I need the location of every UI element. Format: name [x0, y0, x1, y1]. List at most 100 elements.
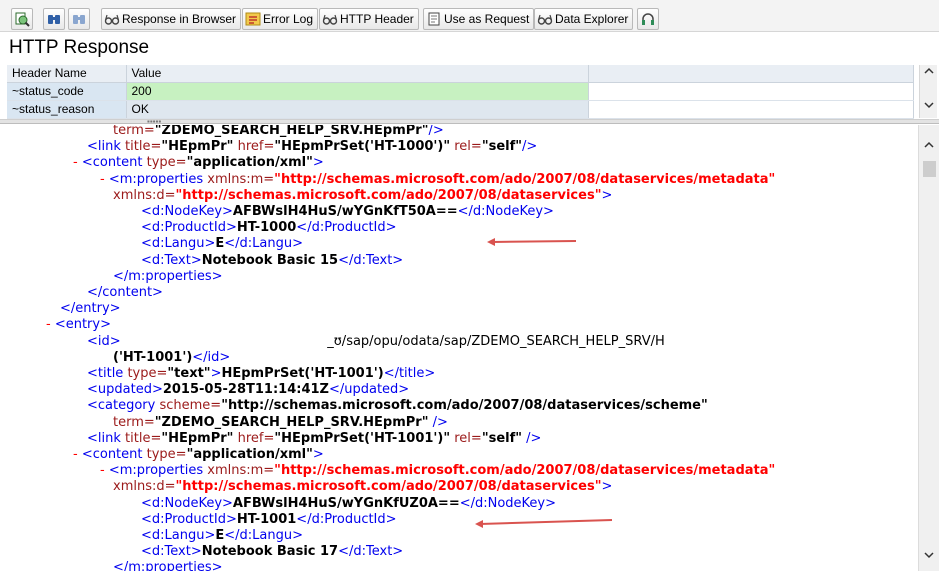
xml-line: <d:ProductId>HT-1000</d:ProductId>: [141, 220, 397, 236]
xml-token: E: [215, 528, 225, 543]
header-value-cell[interactable]: 200: [126, 82, 589, 101]
xml-token: />: [522, 139, 538, 155]
xml-token: type=: [146, 155, 187, 171]
data-explorer-label: Data Explorer: [555, 12, 629, 26]
annotation-arrow-icon: [487, 238, 577, 246]
data-explorer-button[interactable]: Data Explorer: [534, 8, 634, 30]
xml-token: term=: [113, 125, 155, 138]
scroll-up-icon[interactable]: [923, 141, 935, 151]
xml-token: HT-1001: [236, 511, 297, 527]
xml-token: <d:Langu>: [141, 528, 216, 543]
xml-token: xmlns:m=: [207, 463, 275, 479]
collapse-toggle[interactable]: -: [100, 463, 109, 478]
header-table-scrollbar[interactable]: [919, 65, 937, 118]
collapse-toggle[interactable]: -: [73, 447, 82, 462]
xml-token: >: [210, 366, 222, 381]
xml-token: </content>: [87, 285, 163, 300]
xml-scrollbar[interactable]: [918, 125, 939, 571]
xml-token: term=: [113, 414, 155, 430]
header-value-cell[interactable]: OK: [126, 100, 589, 119]
xml-token: </updated>: [328, 382, 410, 398]
xml-line: - <m:properties xmlns:m="http://schemas.…: [100, 172, 775, 188]
header-name-cell[interactable]: ~status_code: [7, 82, 127, 101]
refresh-icon: [14, 11, 30, 27]
error-log-button[interactable]: Error Log: [242, 8, 319, 30]
xml-line: - <entry>: [46, 317, 111, 333]
xml-token: 2015-05-28T11:14:41Z: [162, 382, 329, 398]
scroll-down-icon[interactable]: [923, 101, 935, 111]
table-row[interactable]: ~status_code 200: [7, 82, 914, 101]
find-next-button[interactable]: [68, 8, 90, 30]
toolbar: Response in Browser Error Log HTTP Heade…: [0, 0, 939, 32]
scroll-down-icon[interactable]: [923, 551, 935, 561]
headset-icon: [640, 11, 656, 27]
xml-line: term="ZDEMO_SEARCH_HELP_SRV.HEpmPr" />: [113, 415, 448, 431]
collapse-toggle[interactable]: -: [100, 172, 109, 187]
xml-token: AFBWslH4HuS/wYGnKfUZ0A==: [232, 495, 460, 511]
xml-token: "ZDEMO_SEARCH_HELP_SRV.HEpmPr": [154, 414, 429, 430]
xml-token: rel=: [450, 139, 482, 155]
xml-line: </m:properties>: [113, 560, 223, 571]
xml-token: >: [312, 155, 324, 171]
xml-token: "http://schemas.microsoft.com/ado/2007/0…: [274, 463, 776, 479]
xml-token: <entry>: [54, 317, 111, 333]
xml-token: "self": [481, 139, 523, 155]
pane-splitter[interactable]: ▪▪▪▪▪: [0, 118, 939, 126]
xml-token: href=: [233, 139, 275, 155]
xml-token: title=: [125, 139, 162, 155]
support-button[interactable]: [637, 8, 659, 30]
use-as-request-button[interactable]: Use as Request: [423, 8, 535, 30]
http-header-table: Header Name Value ~status_code 200 ~stat…: [7, 65, 937, 119]
xml-line: <d:Langu>E</d:Langu>: [141, 236, 303, 252]
xml-line: xmlns:d="http://schemas.microsoft.com/ad…: [113, 479, 612, 495]
xml-line: xmlns:d="http://schemas.microsoft.com/ad…: [113, 188, 612, 204]
xml-token: </d:ProductId>: [296, 220, 397, 236]
find-button[interactable]: [43, 8, 65, 30]
xml-token: AFBWslH4HuS/wYGnKfT50A==: [232, 204, 458, 219]
xml-line: <id> _ʊ/sap/opu/odata/sap/ZDEMO_SEARCH_H…: [87, 334, 665, 350]
empty-cell: [588, 82, 914, 101]
xml-token: _ʊ/sap/opu/odata/sap/ZDEMO_SEARCH_HELP_S…: [327, 333, 665, 349]
xml-token: <title: [87, 366, 128, 381]
xml-token: xmlns:d=: [113, 187, 176, 203]
error-log-label: Error Log: [263, 12, 314, 26]
xml-token: Notebook Basic 17: [201, 544, 339, 560]
column-header-value[interactable]: Value: [126, 65, 589, 83]
xml-token: </m:properties>: [113, 560, 223, 571]
xml-token: <category: [87, 398, 160, 414]
header-name-cell[interactable]: ~status_reason: [7, 100, 127, 119]
scrollbar-thumb[interactable]: [923, 161, 936, 177]
xml-token: </d:Langu>: [224, 528, 303, 543]
xml-line: </entry>: [60, 301, 121, 317]
http-header-label: HTTP Header: [340, 12, 414, 26]
xml-response-viewer[interactable]: term="ZDEMO_SEARCH_HELP_SRV.HEpmPr"/> <li…: [0, 125, 918, 571]
xml-line: <d:NodeKey>AFBWslH4HuS/wYGnKfUZ0A==</d:N…: [141, 496, 556, 512]
xml-token: <m:properties: [108, 463, 208, 479]
response-in-browser-button[interactable]: Response in Browser: [101, 8, 242, 30]
glasses-icon: [104, 11, 120, 27]
collapse-toggle[interactable]: -: [73, 155, 82, 170]
xml-token: <content: [81, 447, 147, 462]
http-header-button[interactable]: HTTP Header: [319, 8, 419, 30]
xml-token: />: [522, 430, 542, 446]
xml-token: xmlns:m=: [207, 171, 275, 187]
xml-token: </entry>: [60, 301, 121, 317]
xml-token: "http://schemas.microsoft.com/ado/2007/0…: [175, 479, 602, 495]
refresh-button[interactable]: [11, 8, 33, 30]
xml-line: term="ZDEMO_SEARCH_HELP_SRV.HEpmPr"/>: [113, 125, 444, 139]
scroll-up-icon[interactable]: [923, 67, 935, 77]
xml-line: - <content type="application/xml">: [73, 155, 324, 171]
column-header-name[interactable]: Header Name: [7, 65, 127, 83]
table-row[interactable]: ~status_reason OK: [7, 100, 914, 119]
xml-line: <title type="text">HEpmPrSet('HT-1001')<…: [87, 366, 435, 382]
response-in-browser-label: Response in Browser: [122, 12, 237, 26]
xml-token: </title>: [383, 366, 436, 381]
xml-line: <d:Langu>E</d:Langu>: [141, 528, 303, 544]
xml-token: HT-1000: [236, 220, 297, 236]
xml-token: "http://schemas.microsoft.com/ado/2007/0…: [274, 171, 776, 187]
collapse-toggle[interactable]: -: [46, 317, 55, 332]
xml-token: />: [428, 414, 448, 430]
xml-token: <updated>: [87, 382, 163, 398]
xml-token: "HEpmPrSet('HT-1001')": [274, 430, 451, 446]
xml-token: "application/xml": [186, 155, 313, 171]
